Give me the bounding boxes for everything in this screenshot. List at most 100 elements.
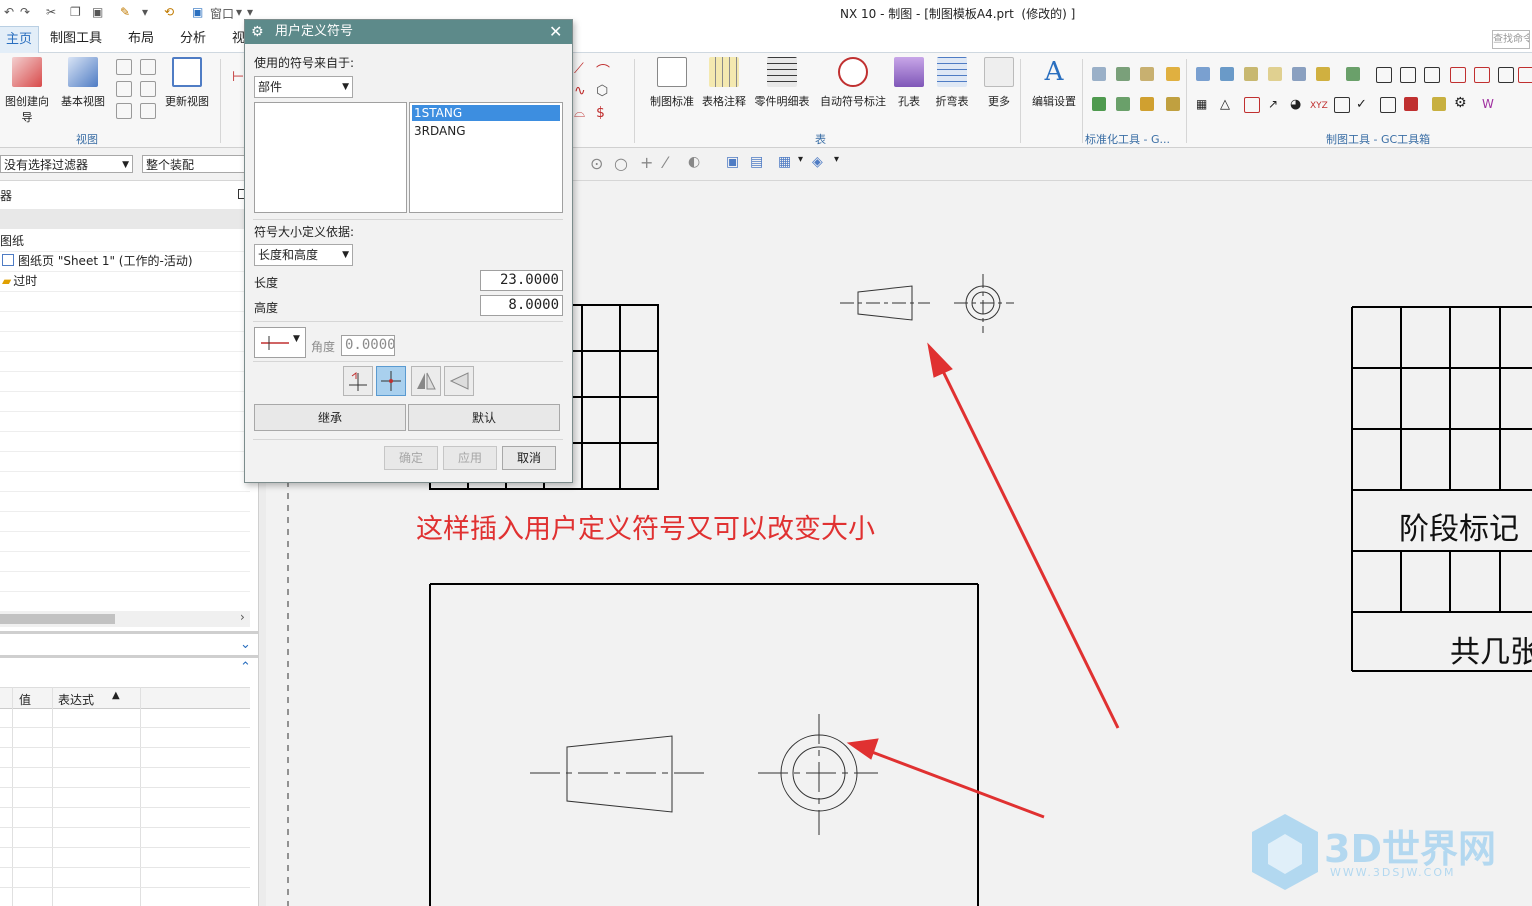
tab-layout[interactable]: 布局 — [128, 26, 154, 52]
triangle-icon[interactable]: △ — [1220, 97, 1230, 112]
tool-icon[interactable] — [1166, 67, 1180, 81]
view-creation-wizard-button[interactable]: 图创建向导 — [0, 57, 54, 125]
tool-icon[interactable] — [1116, 97, 1130, 111]
update-view-button[interactable]: 更新视图 — [162, 57, 212, 109]
default-button[interactable]: 默认 — [408, 404, 560, 431]
wave-icon[interactable]: W — [1482, 97, 1494, 111]
customize-icon[interactable]: ▾ — [247, 5, 253, 19]
source-select[interactable]: 部件 ▼ — [254, 76, 353, 98]
gear-icon[interactable]: ⚙ — [1454, 95, 1467, 111]
tool-icon[interactable] — [1316, 67, 1330, 81]
length-input[interactable]: 23.0000 — [480, 270, 563, 291]
more-button[interactable]: 更多 — [982, 57, 1016, 109]
tool-icon[interactable] — [1498, 67, 1514, 83]
inherit-button[interactable]: 继承 — [254, 404, 406, 431]
tool-icon[interactable] — [1244, 97, 1260, 113]
tool-icon[interactable] — [1518, 67, 1532, 83]
paste-icon[interactable]: ▣ — [92, 5, 103, 19]
tool-icon[interactable] — [1334, 97, 1350, 113]
tool-icon[interactable] — [1450, 67, 1466, 83]
size-basis-select[interactable]: 长度和高度 ▼ — [254, 244, 353, 266]
drafting-standard-button[interactable]: 制图标准 — [648, 57, 696, 109]
snap-icon[interactable]: ◐ — [688, 154, 700, 170]
apply-button[interactable]: 应用 — [443, 446, 497, 470]
touch-mode-icon[interactable]: ✎ — [120, 5, 130, 19]
mirror-vertical-button[interactable] — [444, 366, 474, 396]
tool-icon[interactable] — [1092, 97, 1106, 111]
undo-icon[interactable]: ↶ — [4, 5, 14, 19]
splitter[interactable] — [0, 631, 258, 634]
shortcut-icon[interactable]: ⊢ — [232, 69, 244, 85]
chevron-up-icon[interactable]: ⌃ — [240, 660, 251, 675]
scrollbar-thumb[interactable] — [0, 614, 115, 624]
chevron-down-icon[interactable]: ▾ — [236, 5, 242, 19]
cross-snap-icon[interactable]: + — [640, 153, 653, 172]
tool-icon[interactable] — [1220, 67, 1234, 81]
center-snap-icon[interactable]: ○ — [614, 154, 628, 173]
copy-icon[interactable]: ❐ — [70, 5, 81, 19]
tool-icon[interactable] — [1404, 97, 1418, 111]
tool-icon[interactable] — [1376, 67, 1392, 83]
base-view-button[interactable]: 基本视图 — [60, 57, 106, 109]
edit-settings-button[interactable]: A 编辑设置 — [1028, 57, 1080, 109]
arrow-icon[interactable]: ↗ — [1268, 97, 1278, 111]
symbol-icon[interactable]: $ — [596, 105, 605, 121]
height-input[interactable]: 8.0000 — [480, 295, 563, 316]
redo-icon[interactable]: ↷ — [20, 5, 30, 19]
tool-icon[interactable] — [1380, 97, 1396, 113]
table-icon[interactable]: ▦ — [1196, 97, 1207, 111]
tab-drafting-tools[interactable]: 制图工具 — [50, 26, 102, 52]
polygon-icon[interactable]: ⬡ — [596, 83, 608, 99]
independent-placement-button[interactable] — [376, 366, 406, 396]
tool-icon[interactable] — [1346, 67, 1360, 81]
bend-table-button[interactable]: 折弯表 — [932, 57, 972, 109]
chevron-down-icon[interactable]: ▾ — [834, 154, 839, 165]
tool-icon[interactable] — [1092, 67, 1106, 81]
tool-icon[interactable] — [1140, 67, 1154, 81]
chevron-down-icon[interactable]: ⌄ — [240, 637, 251, 652]
check-icon[interactable]: ✓ — [1356, 97, 1367, 112]
dialog-title-bar[interactable]: ⚙ 用户定义符号 ✕ — [245, 20, 572, 44]
tool-icon[interactable] — [1196, 67, 1210, 81]
break-view-icon[interactable] — [140, 81, 156, 97]
ok-button[interactable]: 确定 — [384, 446, 438, 470]
tool-icon[interactable] — [1268, 67, 1282, 81]
orient-icon[interactable]: ◈ — [812, 154, 823, 170]
tool-icon[interactable] — [1400, 67, 1416, 83]
horizontal-scrollbar[interactable]: › — [0, 610, 250, 627]
circle-snap-icon[interactable]: ⊙ — [590, 154, 603, 173]
window-icon[interactable]: ▣ — [192, 5, 203, 19]
repeat-command-icon[interactable]: ⟲ — [164, 5, 174, 19]
symbol-item-3rdang[interactable]: 3RDANG — [412, 123, 560, 139]
line-icon[interactable]: ⟋ — [574, 61, 584, 77]
detail-view-icon[interactable] — [116, 81, 132, 97]
hole-table-button[interactable]: 孔表 — [892, 57, 926, 109]
cut-icon[interactable]: ✂ — [46, 5, 56, 19]
chevron-down-icon[interactable]: ▾ — [798, 154, 803, 165]
place-on-line-button[interactable] — [343, 366, 373, 396]
target-icon[interactable]: ◕ — [1290, 97, 1301, 112]
tabular-note-button[interactable]: 表格注释 — [700, 57, 748, 109]
layout-icon[interactable]: ▦ — [778, 154, 791, 170]
arc-icon[interactable]: ⌒ — [596, 61, 610, 81]
tool-icon[interactable] — [1116, 67, 1130, 81]
tree-node-outdated[interactable]: ▰ 过时 — [0, 271, 250, 292]
symbol-list[interactable]: 1STANG 3RDANG — [409, 102, 563, 213]
offset-icon[interactable]: ⌓ — [574, 105, 585, 121]
tool-icon[interactable] — [1244, 67, 1258, 81]
chevron-down-icon[interactable]: ▾ — [142, 5, 148, 19]
chevron-right-icon[interactable]: › — [240, 610, 245, 624]
line-snap-icon[interactable]: ⁄ — [664, 153, 667, 172]
zoom-icon[interactable]: ▣ — [726, 154, 739, 170]
tool-icon[interactable] — [1432, 97, 1446, 111]
orientation-select[interactable]: ▼ — [254, 327, 306, 358]
angle-input[interactable]: 0.0000 — [341, 335, 395, 356]
column-value[interactable]: 值 — [19, 691, 31, 708]
mirror-horizontal-button[interactable] — [411, 366, 441, 396]
spline-icon[interactable]: ∿ — [574, 83, 586, 99]
tool-icon[interactable] — [1474, 67, 1490, 83]
scope-select[interactable]: 整个装配 — [142, 155, 252, 173]
search-input[interactable]: 查找命令 — [1492, 30, 1530, 49]
view-icon[interactable]: ▤ — [750, 154, 763, 170]
column-expression[interactable]: 表达式 — [58, 691, 94, 708]
